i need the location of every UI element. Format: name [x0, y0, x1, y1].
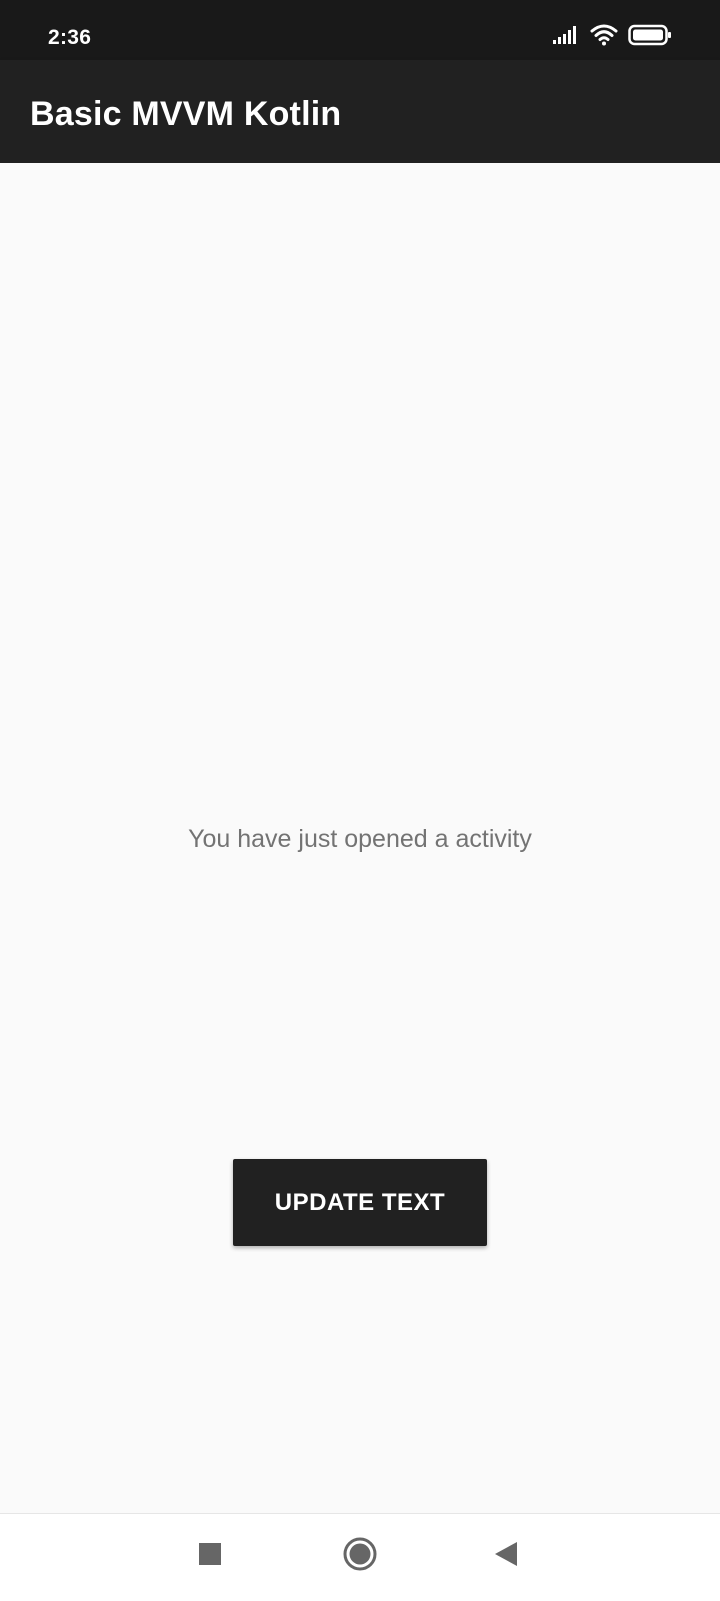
- app-bar: Basic MVVM Kotlin: [0, 60, 720, 163]
- home-button[interactable]: [338, 1534, 382, 1578]
- recents-button[interactable]: [188, 1534, 232, 1578]
- app-title: Basic MVVM Kotlin: [30, 95, 342, 133]
- navigation-bar: [0, 1513, 720, 1601]
- back-icon: [493, 1541, 519, 1572]
- status-icons: [552, 24, 672, 46]
- status-time: 2:36: [48, 26, 92, 49]
- home-icon: [342, 1536, 378, 1577]
- recents-icon: [198, 1542, 222, 1571]
- back-button[interactable]: [484, 1534, 528, 1578]
- message-text: You have just opened a activity: [188, 825, 532, 853]
- update-text-button[interactable]: UPDATE TEXT: [233, 1159, 487, 1246]
- status-bar: 2:36: [0, 0, 720, 60]
- signal-icon: [552, 25, 580, 45]
- main-content: You have just opened a activity UPDATE T…: [0, 163, 720, 1513]
- wifi-icon: [590, 24, 618, 46]
- battery-icon: [628, 24, 672, 46]
